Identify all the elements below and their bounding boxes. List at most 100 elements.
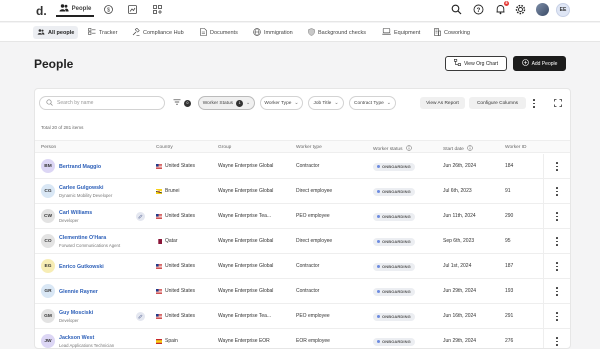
column-header-worker-type[interactable]: Worker type (296, 145, 322, 150)
table-row[interactable]: EG Enrico Gutkowski United States Wayne Ent… (35, 254, 570, 279)
status-dot (377, 265, 380, 268)
start-date-cell: Jun 29th, 2024 (443, 338, 477, 344)
country-name: United States (165, 263, 196, 269)
worker-id-cell: 95 (505, 238, 511, 244)
column-header-group[interactable]: Group (218, 145, 231, 150)
row-actions-menu-button[interactable] (553, 162, 561, 171)
worker-type-cell: Direct employee (296, 188, 333, 194)
people-table-card: 0 Worker Status 1 ⌄ Worker Type ⌄ Job Ti… (34, 88, 571, 349)
search-input[interactable] (57, 100, 157, 106)
view-as-report-button[interactable]: View As Report (420, 97, 465, 109)
table-row[interactable]: BM Bertrand Maggio United States Wayne Ente… (35, 154, 570, 179)
table-row[interactable]: CG Carlee Gulgowski Dynamic Mobility Devel… (35, 179, 570, 204)
search-icon (451, 4, 462, 17)
more-options-button[interactable] (532, 99, 536, 108)
column-header-country[interactable]: Country (156, 145, 173, 150)
row-actions-menu-button[interactable] (553, 237, 561, 246)
filter-count-badge: 1 (236, 99, 244, 107)
filter-label: Worker Status (202, 100, 234, 106)
contract-type-filter[interactable]: Contract Type ⌄ (349, 96, 396, 110)
subnav-immigration[interactable]: Immigration (249, 26, 297, 39)
avatar: BM (41, 159, 55, 173)
table-row[interactable]: CW Carl Williams Developer United States Way… (35, 204, 570, 229)
nav-people-label: People (71, 6, 92, 12)
subnav-tracker[interactable]: Tracker (84, 26, 121, 39)
status-dot (377, 340, 380, 343)
add-people-button[interactable]: Add People (513, 56, 566, 71)
table-row[interactable]: JW Jackson West Lead Applications Technici… (35, 329, 570, 348)
table-row[interactable]: GR Glennie Rayner United States Wayne Enter… (35, 279, 570, 304)
person-name-link[interactable]: Bertrand Maggio (59, 164, 101, 170)
profile-photo[interactable] (536, 3, 549, 16)
subnav-compliance-hub[interactable]: Compliance Hub (128, 26, 188, 39)
person-name-link[interactable]: Carl Williams (59, 210, 92, 216)
status-badge: ONBOARDING (373, 312, 415, 321)
column-header-worker-id[interactable]: Worker ID (505, 145, 527, 150)
notification-count-badge: 8 (504, 1, 509, 6)
edit-icon[interactable] (136, 212, 145, 221)
report-icon (127, 4, 137, 16)
country-cell: United States (156, 163, 195, 169)
nav-reports[interactable] (127, 3, 137, 17)
status-dot (377, 190, 380, 193)
subnav-coworking[interactable]: Coworking (430, 26, 474, 39)
row-actions-menu-button[interactable] (553, 287, 561, 296)
status-label: ONBOARDING (382, 339, 411, 344)
subnav-background-checks[interactable]: Background checks (304, 26, 370, 39)
country-name: Brunei (165, 188, 180, 194)
divider (543, 279, 544, 303)
subnav-documents[interactable]: Documents (196, 26, 242, 39)
help-button[interactable]: ? (473, 4, 484, 17)
search-box[interactable] (39, 96, 165, 110)
fullscreen-button[interactable] (554, 99, 562, 109)
status-dot (377, 290, 380, 293)
column-header-worker-status[interactable]: Worker status (373, 145, 412, 153)
app-logo[interactable]: d. (36, 4, 47, 18)
nav-people[interactable]: People (56, 3, 94, 17)
row-actions-menu-button[interactable] (553, 212, 561, 221)
nav-payments[interactable]: $ (103, 3, 113, 17)
status-dot (377, 315, 380, 318)
avatar: CO (41, 234, 55, 248)
job-title-filter[interactable]: Job Title ⌄ (308, 96, 344, 110)
total-items-label: Total 20 of 281 items (41, 125, 84, 130)
worker-type-cell: PEO employee (296, 213, 330, 219)
start-date-cell: Jul 6th, 2023 (443, 188, 472, 194)
table-row[interactable]: GM Guy Mosciski Developer United States Wayn… (35, 304, 570, 329)
globe-icon (253, 27, 261, 38)
person-job-title: Forward Communications Agent (59, 243, 121, 248)
status-label: ONBOARDING (382, 289, 411, 294)
divider (543, 154, 544, 178)
view-org-chart-button[interactable]: View Org Chart (445, 56, 507, 71)
subnav-equipment[interactable]: Equipment (378, 26, 424, 39)
user-menu-button[interactable]: EE (556, 3, 570, 17)
row-actions-menu-button[interactable] (553, 337, 561, 346)
column-header-person[interactable]: Person (41, 145, 56, 150)
group-cell: Wayne Enterprise Global (218, 263, 274, 269)
row-actions-menu-button[interactable] (553, 187, 561, 196)
row-actions-menu-button[interactable] (553, 312, 561, 321)
person-name-link[interactable]: Glennie Rayner (59, 289, 98, 295)
worker-type-filter[interactable]: Worker Type ⌄ (260, 96, 303, 110)
person-name-link[interactable]: Carlee Gulgowski (59, 185, 103, 191)
person-name-link[interactable]: Guy Mosciski (59, 310, 93, 316)
nav-apps[interactable] (152, 3, 162, 17)
table-row[interactable]: CO Clementine O'Hara Forward Communication… (35, 229, 570, 254)
notifications-button[interactable]: 8 (495, 1, 509, 17)
row-actions-menu-button[interactable] (553, 262, 561, 271)
search-button[interactable] (451, 4, 462, 17)
divider (543, 254, 544, 278)
person-name-link[interactable]: Jackson West (59, 335, 94, 341)
group-cell: Wayne Enterprise EOR (218, 338, 270, 344)
worker-status-filter[interactable]: Worker Status 1 ⌄ (198, 96, 255, 110)
settings-button[interactable] (515, 4, 526, 17)
filters-button[interactable]: 0 (171, 96, 193, 110)
configure-columns-button[interactable]: Configure Columns (469, 97, 526, 109)
status-dot (377, 165, 380, 168)
person-name-link[interactable]: Clementine O'Hara (59, 235, 106, 241)
filter-count-badge: 0 (184, 99, 191, 107)
edit-icon[interactable] (136, 312, 145, 321)
column-header-start-date[interactable]: Start date (443, 145, 473, 153)
subnav-all-people[interactable]: All people (33, 26, 79, 39)
person-name-link[interactable]: Enrico Gutkowski (59, 264, 104, 270)
